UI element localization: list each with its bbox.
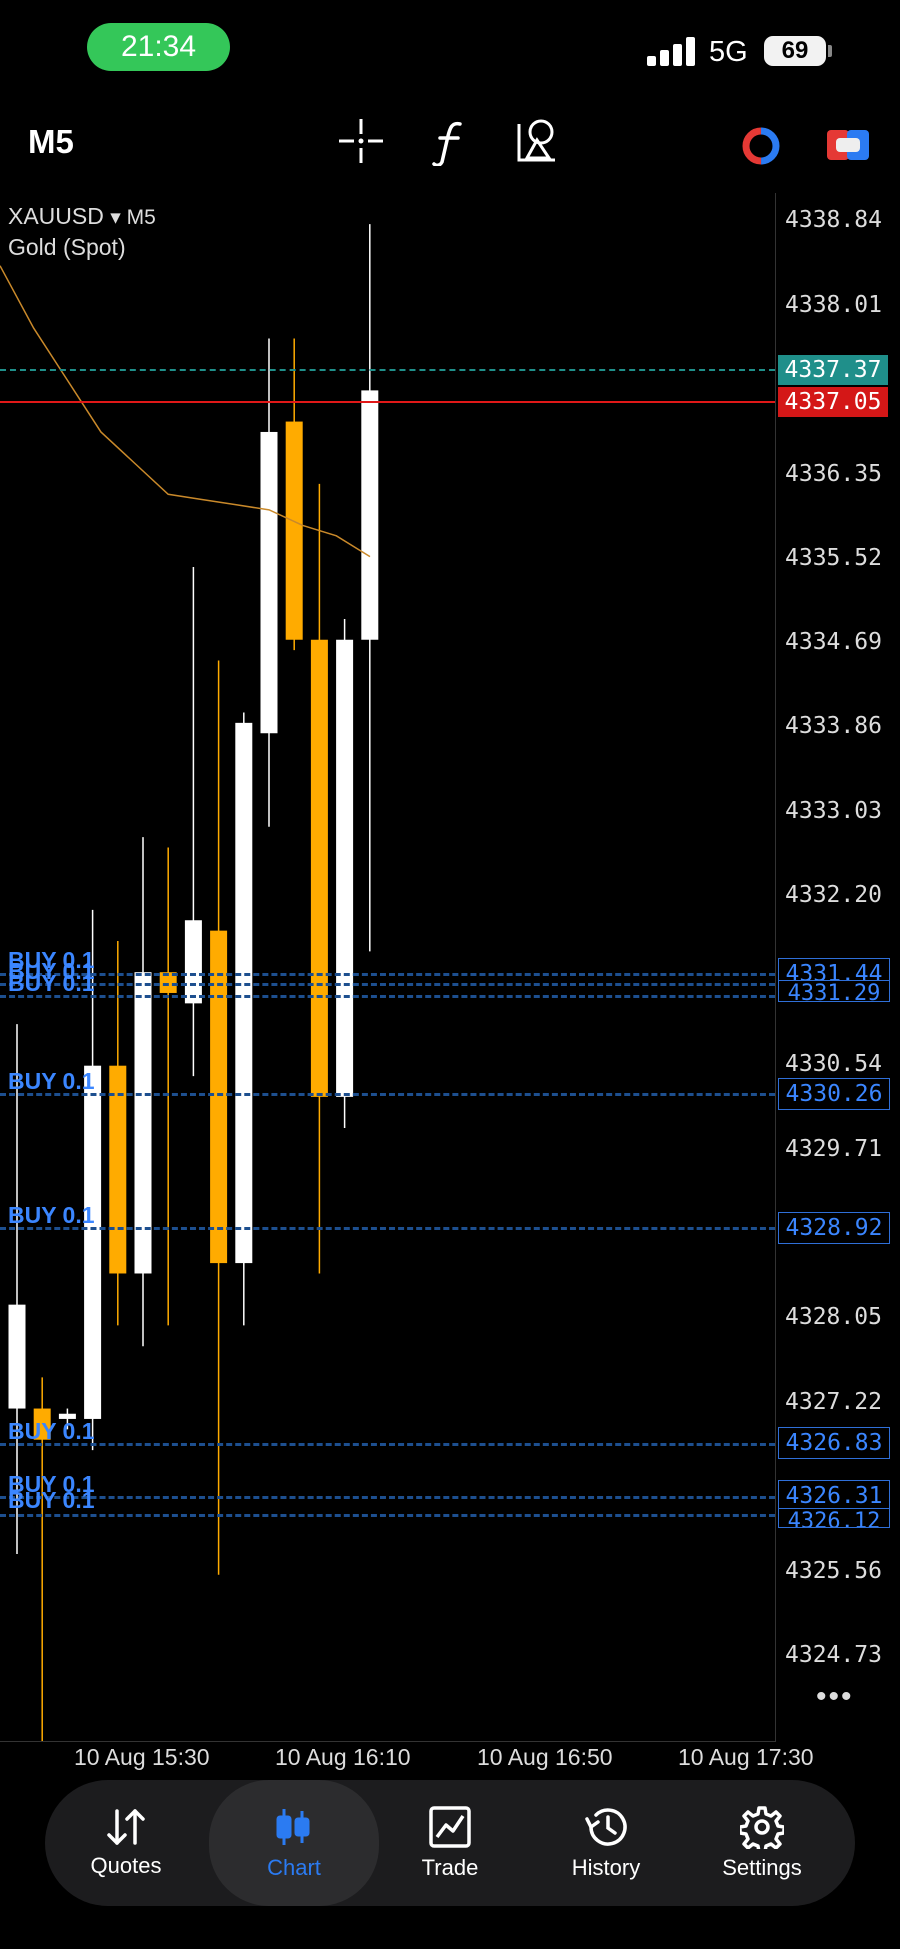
battery-icon: 69 bbox=[764, 36, 826, 66]
nav-history[interactable]: History bbox=[525, 1780, 687, 1906]
order-line[interactable] bbox=[0, 1496, 775, 1499]
symbol-description: Gold (Spot) bbox=[8, 234, 126, 260]
candle-body bbox=[361, 390, 379, 640]
nav-label: Chart bbox=[267, 1855, 321, 1880]
nav-label: History bbox=[571, 1855, 641, 1880]
candle-body bbox=[184, 920, 202, 1004]
ask-line bbox=[0, 369, 775, 371]
price-label: 4333.03 bbox=[785, 798, 882, 824]
candle-body bbox=[260, 431, 278, 734]
order-price-tag[interactable]: 4326.12 bbox=[778, 1508, 890, 1528]
gear-icon bbox=[740, 1806, 784, 1849]
quotes-icon bbox=[107, 1809, 145, 1845]
nav-settings[interactable]: Settings bbox=[681, 1780, 843, 1906]
price-label: 4333.86 bbox=[785, 713, 882, 739]
nav-label: Settings bbox=[722, 1855, 802, 1880]
trade-icon bbox=[429, 1806, 471, 1848]
moving-average-line bbox=[0, 265, 371, 558]
order-line[interactable] bbox=[0, 1227, 775, 1230]
battery-tip bbox=[828, 45, 832, 57]
chart-symbol: XAUUSD ▾ M5 bbox=[8, 203, 156, 230]
order-line[interactable] bbox=[0, 1093, 775, 1096]
candle-body bbox=[235, 722, 253, 1264]
bid-line bbox=[0, 401, 775, 403]
nav-trade[interactable]: Trade bbox=[369, 1780, 531, 1906]
buy-order-label: BUY 0.1 bbox=[8, 970, 95, 996]
price-label: 4327.22 bbox=[785, 1389, 882, 1415]
order-line[interactable] bbox=[0, 973, 775, 976]
timeframe-button[interactable]: M5 bbox=[28, 123, 74, 161]
order-line[interactable] bbox=[0, 983, 775, 986]
price-label: 4328.05 bbox=[785, 1304, 882, 1330]
price-label: 4329.71 bbox=[785, 1136, 882, 1162]
price-label: 4324.73 bbox=[785, 1642, 882, 1668]
price-label: 4325.56 bbox=[785, 1558, 882, 1584]
status-bar: 21:34 5G 69 bbox=[0, 0, 900, 100]
buy-order-label: BUY 0.1 bbox=[8, 1418, 95, 1444]
bottom-nav: Quotes Chart Trade History Settings bbox=[45, 1780, 855, 1906]
buy-order-label: BUY 0.1 bbox=[8, 1487, 95, 1513]
candle-body bbox=[109, 1065, 127, 1274]
crosshair-icon[interactable] bbox=[337, 117, 385, 165]
price-label: 4338.84 bbox=[785, 207, 882, 233]
nav-quotes[interactable]: Quotes bbox=[45, 1780, 207, 1906]
history-icon bbox=[585, 1808, 627, 1846]
symbol-name: XAUUSD bbox=[8, 203, 104, 229]
nav-label: Quotes bbox=[90, 1853, 162, 1878]
one-click-trading-icon[interactable] bbox=[740, 125, 782, 167]
order-price-tag[interactable]: 4328.92 bbox=[778, 1212, 890, 1244]
candle-body bbox=[285, 421, 303, 640]
status-time: 21:34 bbox=[87, 23, 230, 71]
objects-icon[interactable] bbox=[515, 118, 559, 164]
candle-body bbox=[84, 1065, 102, 1419]
order-price-tag[interactable]: 4330.26 bbox=[778, 1078, 890, 1110]
order-price-tag[interactable]: 4331.29 bbox=[778, 980, 890, 1002]
time-label: 10 Aug 16:10 bbox=[275, 1744, 411, 1770]
price-label: 4338.01 bbox=[785, 292, 882, 318]
ask-price-tag: 4337.37 bbox=[778, 355, 888, 385]
time-label: 10 Aug 17:30 bbox=[678, 1744, 814, 1770]
nav-label: Trade bbox=[421, 1855, 479, 1880]
price-label: 4336.35 bbox=[785, 461, 882, 487]
chart-area[interactable] bbox=[0, 193, 776, 1742]
network-label: 5G bbox=[709, 36, 748, 68]
candle-body bbox=[310, 639, 328, 1097]
time-label: 10 Aug 15:30 bbox=[74, 1744, 210, 1770]
indicators-icon[interactable] bbox=[430, 120, 470, 166]
trade-mode-icon[interactable] bbox=[826, 128, 870, 162]
candle-body bbox=[8, 1304, 26, 1409]
buy-order-label: BUY 0.1 bbox=[8, 1068, 95, 1094]
price-label: 4334.69 bbox=[785, 629, 882, 655]
order-line[interactable] bbox=[0, 995, 775, 998]
time-label: 10 Aug 16:50 bbox=[477, 1744, 613, 1770]
price-label: 4335.52 bbox=[785, 545, 882, 571]
buy-order-label: BUY 0.1 bbox=[8, 1202, 95, 1228]
candle-body bbox=[210, 930, 228, 1264]
bid-price-tag: 4337.05 bbox=[778, 387, 888, 417]
order-price-tag[interactable]: 4326.83 bbox=[778, 1427, 890, 1459]
price-label: 4332.20 bbox=[785, 882, 882, 908]
order-line[interactable] bbox=[0, 1443, 775, 1446]
price-chart[interactable] bbox=[0, 193, 775, 1741]
symbol-timeframe: ▾ M5 bbox=[110, 206, 156, 229]
more-icon[interactable]: ••• bbox=[816, 1680, 854, 1714]
price-label: 4330.54 bbox=[785, 1051, 882, 1077]
order-line[interactable] bbox=[0, 1514, 775, 1517]
chart-icon bbox=[276, 1809, 310, 1845]
nav-chart[interactable]: Chart bbox=[209, 1780, 379, 1906]
candle-body bbox=[336, 639, 354, 1097]
